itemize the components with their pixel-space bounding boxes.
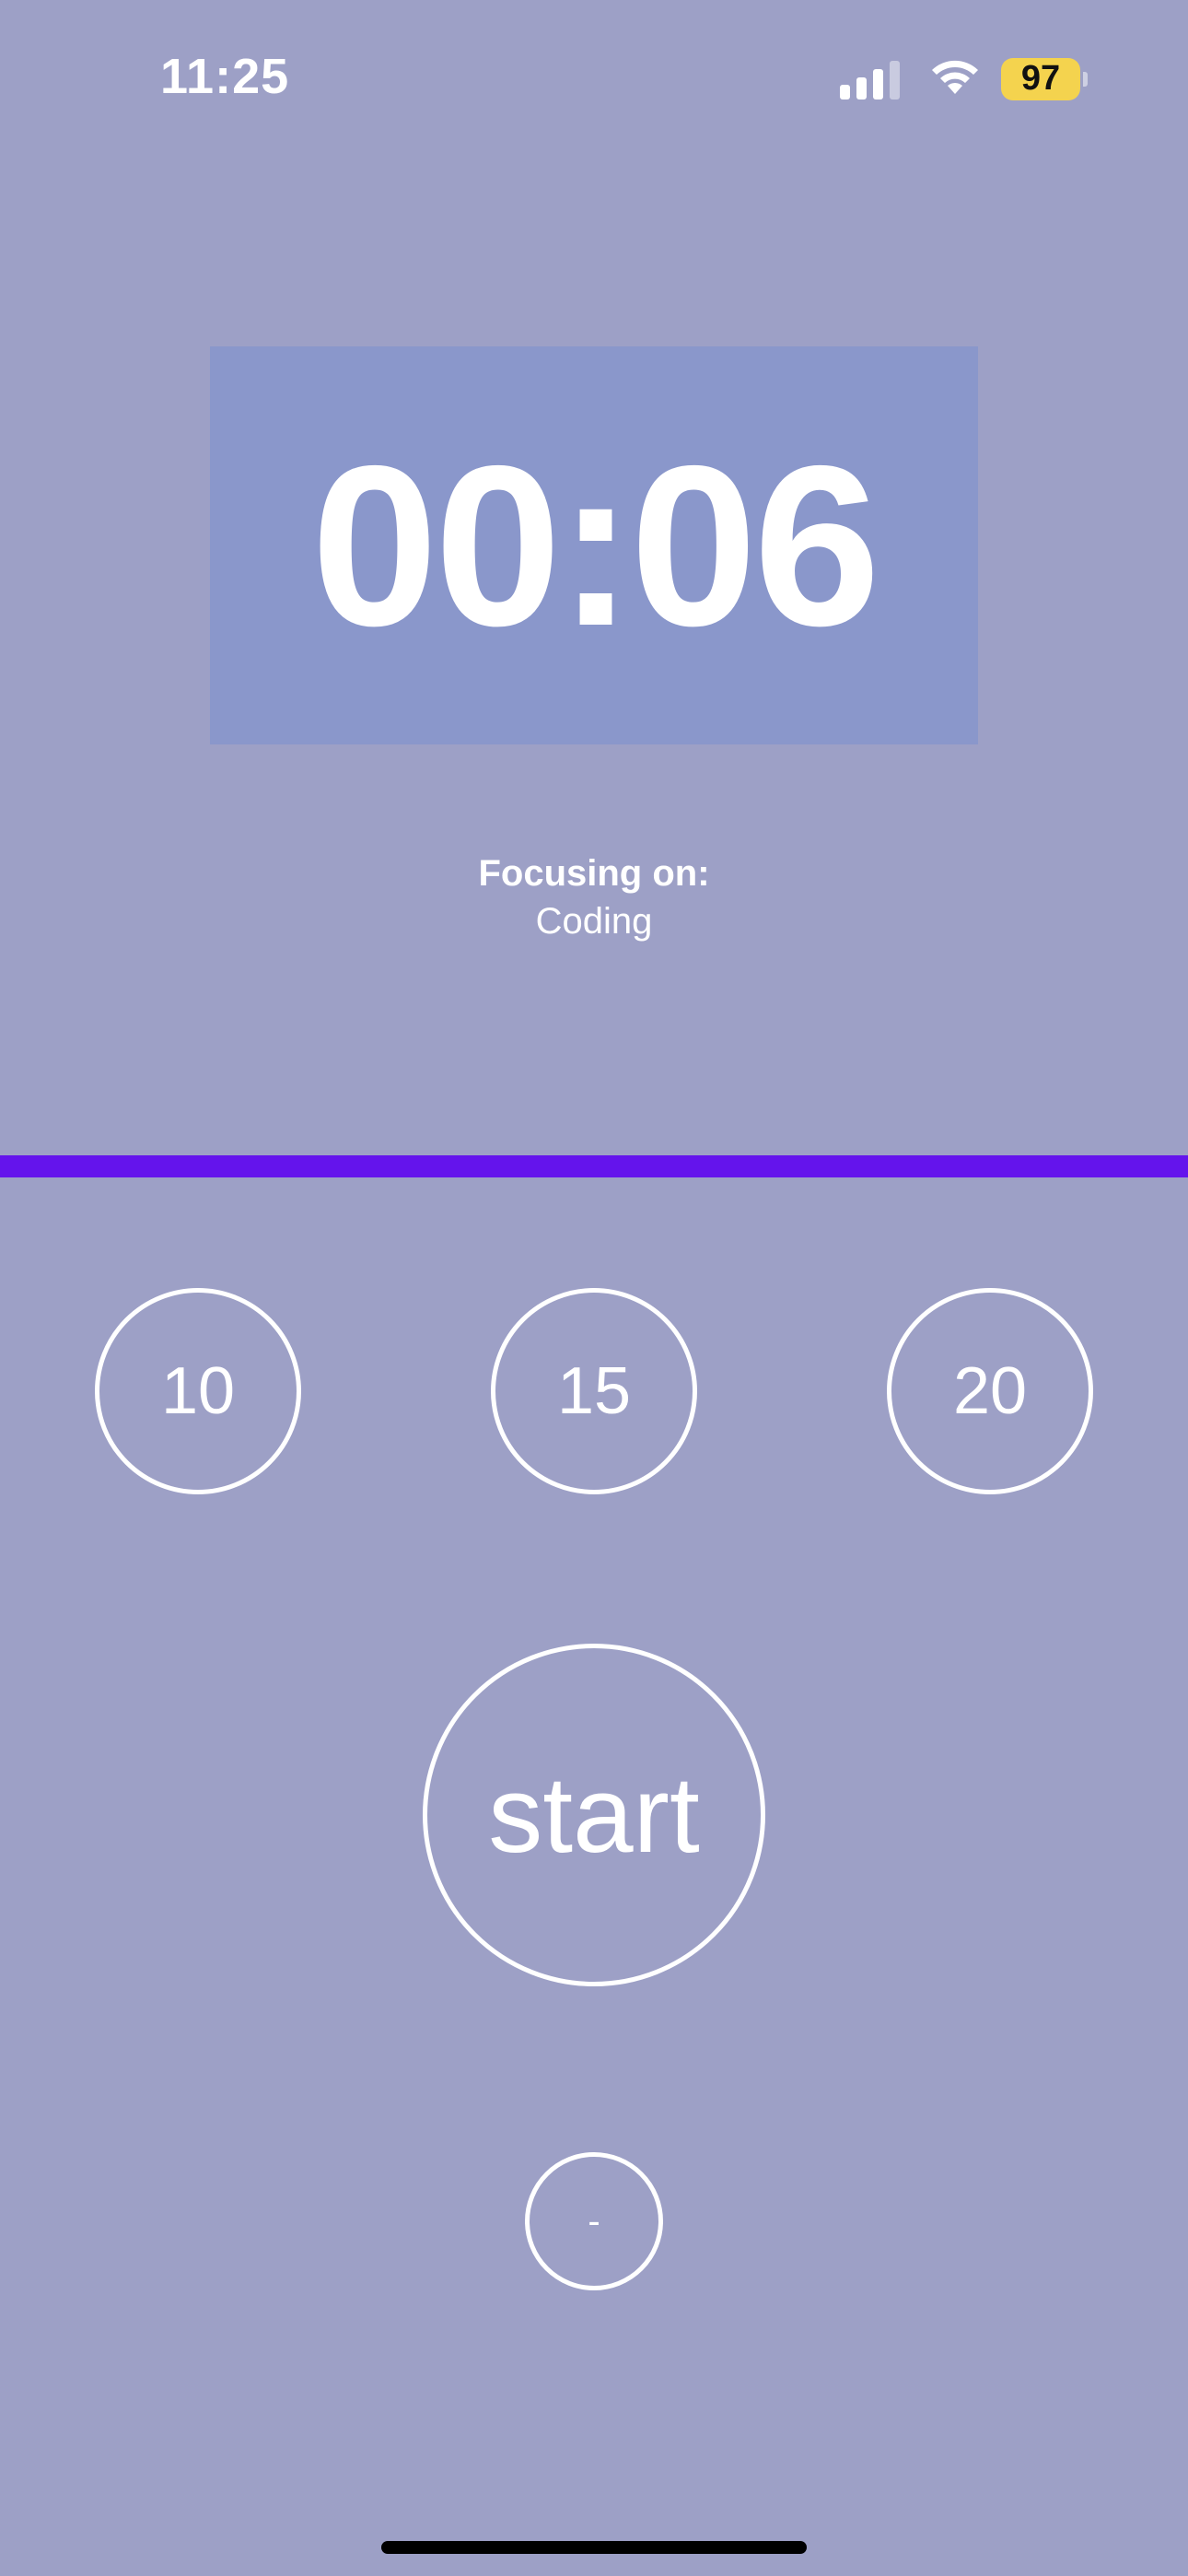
preset-10-button[interactable]: 10	[95, 1288, 301, 1494]
focus-label: Focusing on:	[478, 853, 710, 894]
decrease-button[interactable]: -	[525, 2152, 663, 2290]
timer-text: 00:06	[310, 417, 880, 673]
timer-display: 00:06	[210, 346, 978, 744]
focus-value: Coding	[535, 901, 653, 942]
cellular-signal-icon	[840, 59, 900, 100]
battery-icon: 97	[1001, 57, 1088, 100]
preset-15-button[interactable]: 15	[491, 1288, 697, 1494]
preset-20-button[interactable]: 20	[887, 1288, 1093, 1494]
wifi-icon	[929, 57, 981, 100]
start-button[interactable]: start	[423, 1644, 765, 1986]
status-icons: 97	[840, 57, 1088, 100]
battery-level: 97	[1001, 57, 1080, 100]
home-indicator[interactable]	[381, 2541, 807, 2554]
status-time: 11:25	[160, 49, 290, 104]
section-divider	[0, 1155, 1188, 1177]
